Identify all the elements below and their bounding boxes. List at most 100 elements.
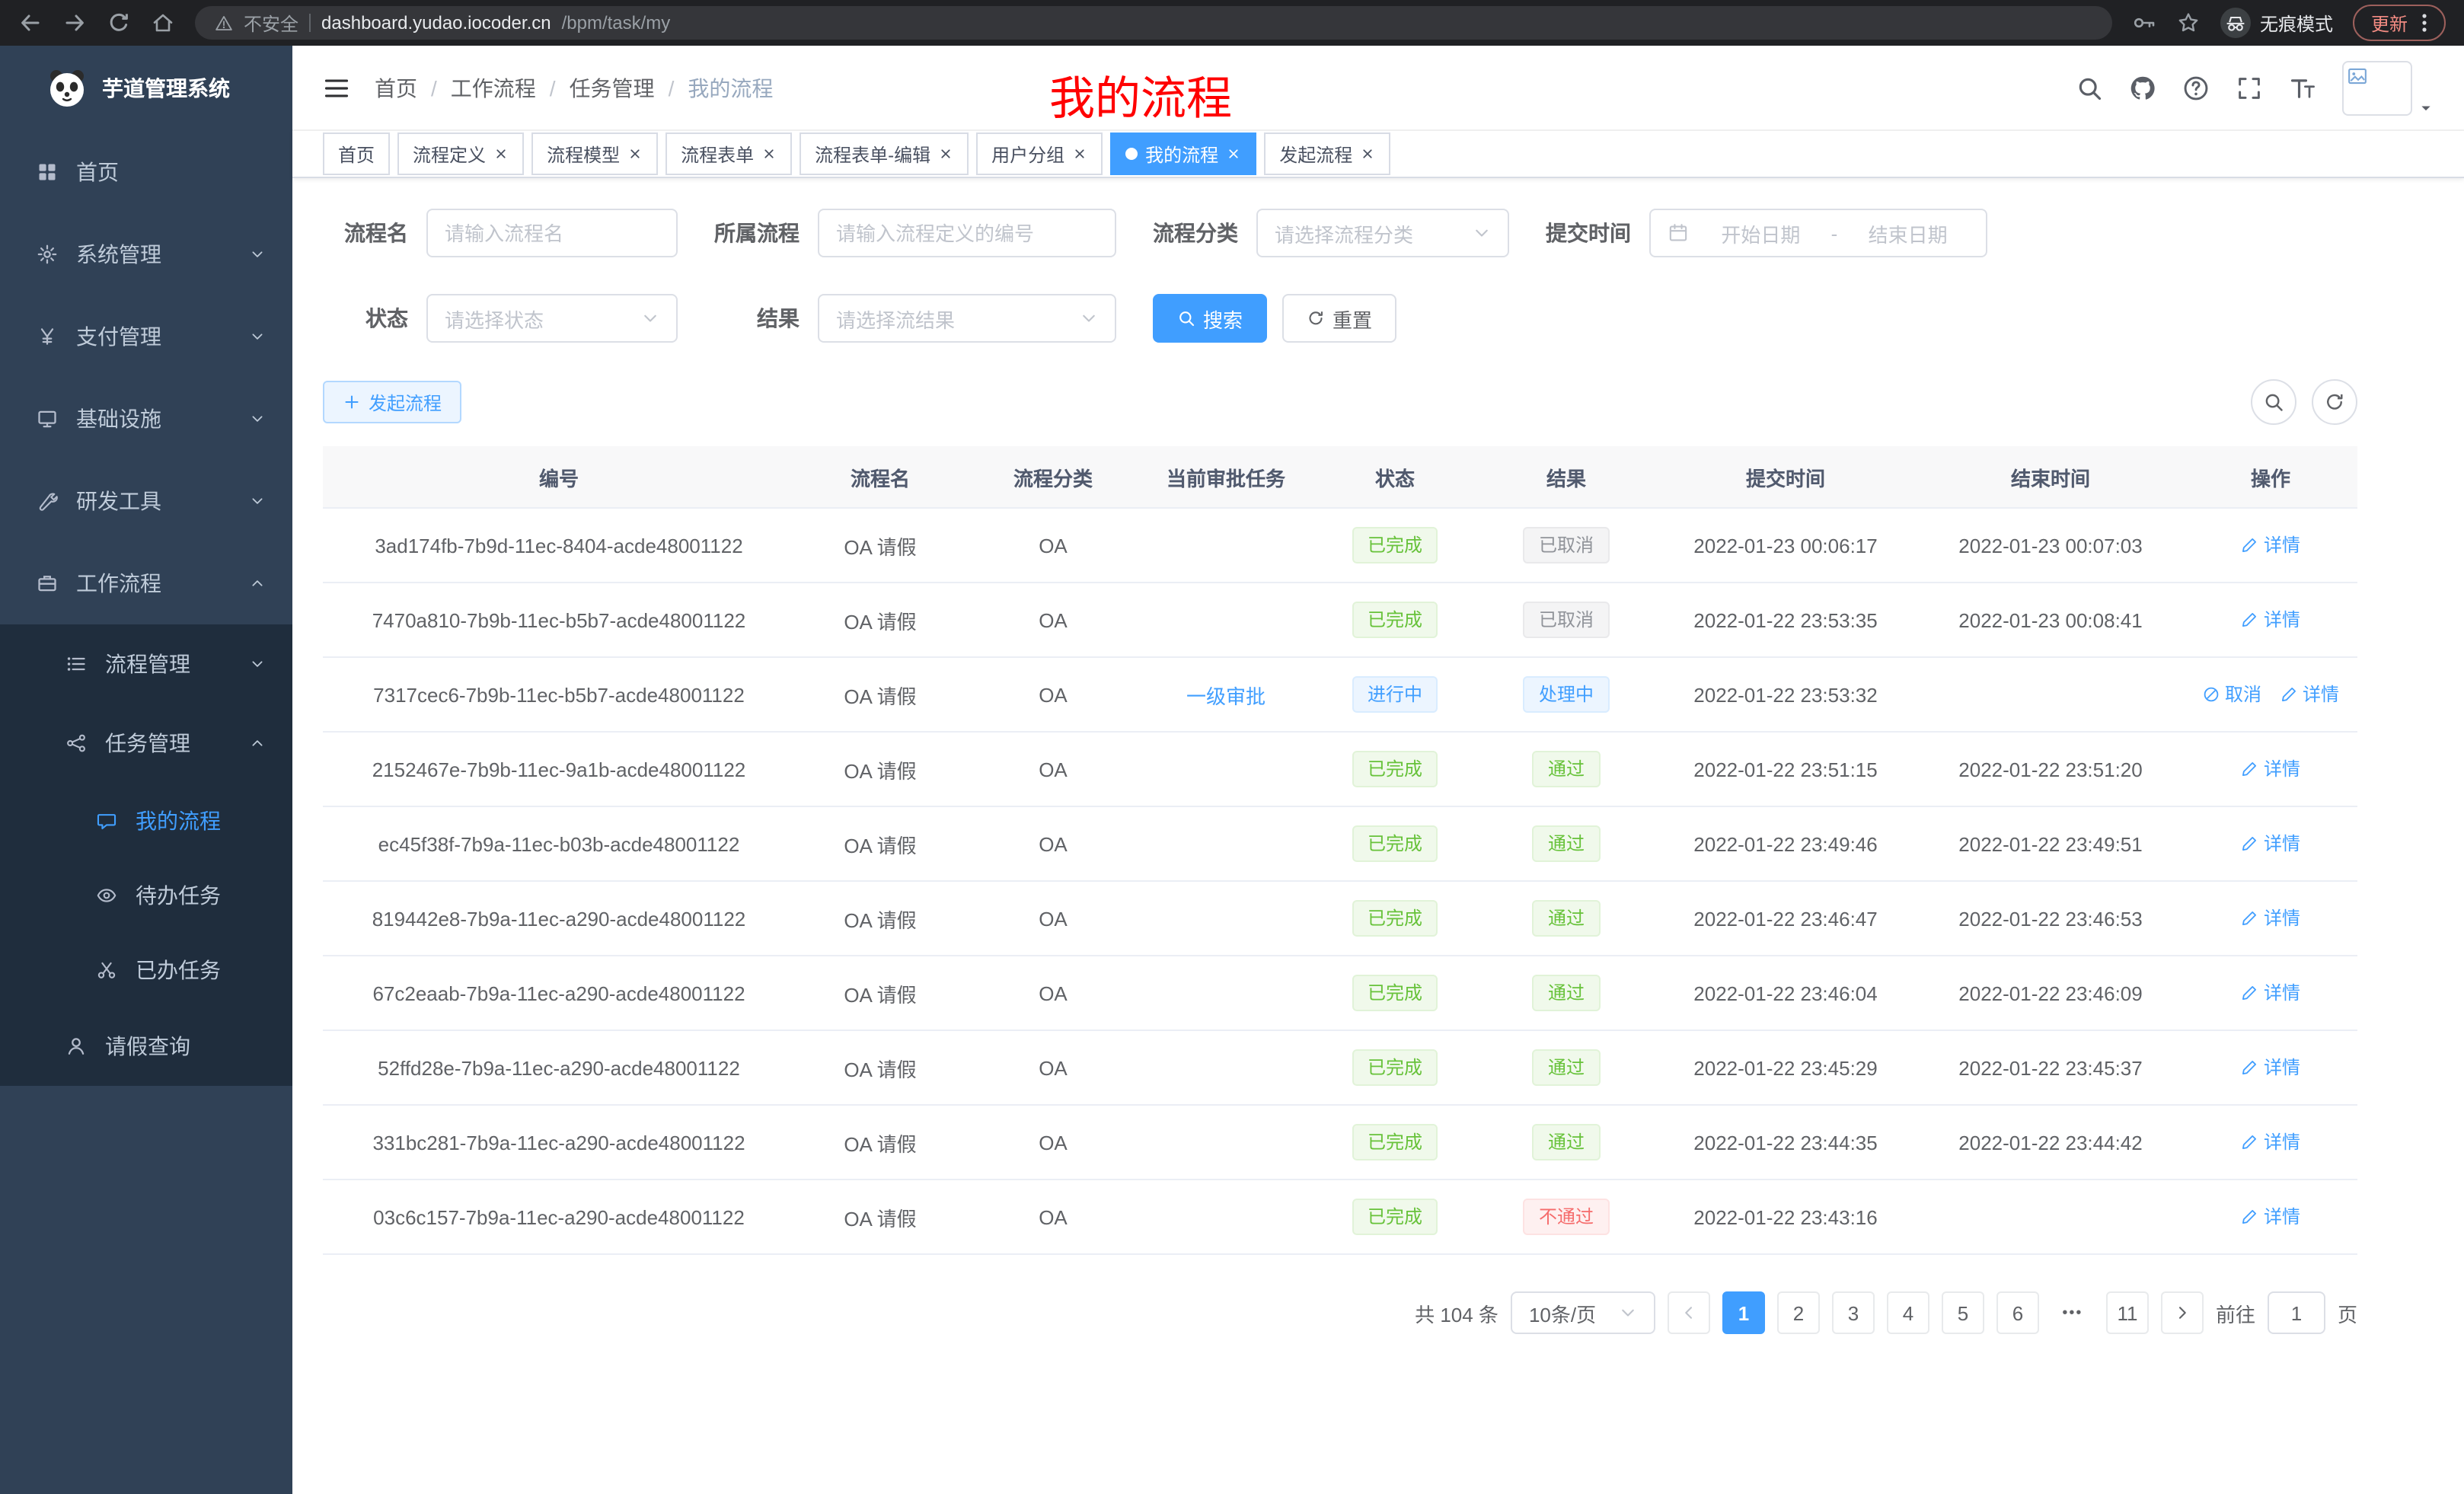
tab-close-icon[interactable] (938, 146, 953, 161)
result-badge: 已取消 (1524, 602, 1609, 638)
page-button-6[interactable]: 6 (1996, 1291, 2039, 1334)
detail-link[interactable]: 详情 (2241, 607, 2300, 633)
detail-link[interactable]: 详情 (2241, 532, 2300, 558)
sidebar-toggle-icon[interactable] (323, 74, 350, 101)
tab-close-icon[interactable] (493, 146, 509, 161)
sidebar-item-done-tasks[interactable]: 已办任务 (0, 932, 292, 1007)
submit-time-range-picker[interactable]: 开始日期 - 结束日期 (1649, 209, 1987, 257)
sidebar-item-devtools[interactable]: 研发工具 (0, 460, 292, 542)
update-button[interactable]: 更新 (2353, 5, 2446, 41)
page-ellipsis[interactable]: ••• (2051, 1291, 2094, 1334)
browser-reload-icon[interactable] (107, 11, 131, 35)
password-key-icon[interactable] (2132, 11, 2156, 35)
detail-link[interactable]: 详情 (2241, 756, 2300, 782)
prev-page-button[interactable] (1668, 1291, 1710, 1334)
workflow-icon (37, 573, 58, 594)
page-buttons: 123456 ••• 11 (1722, 1291, 2149, 1334)
tab-6[interactable]: 我的流程 (1110, 132, 1256, 175)
table-row: 03c6c157-7b9a-11ec-a290-acde48001122OA 请… (323, 1180, 2357, 1254)
owner-process-input[interactable] (818, 209, 1116, 257)
page-button-2[interactable]: 2 (1777, 1291, 1820, 1334)
page-size-select[interactable]: 10条/页 (1511, 1291, 1655, 1334)
next-page-button[interactable] (2161, 1291, 2204, 1334)
sidebar-item-todo-tasks[interactable]: 待办任务 (0, 857, 292, 932)
refresh-table-button[interactable] (2312, 379, 2357, 425)
cell-submit-time: 2022-01-22 23:46:47 (1654, 881, 1917, 956)
browser-forward-icon[interactable] (62, 11, 87, 35)
category-select[interactable]: 请选择流程分类 (1256, 209, 1509, 257)
sidebar-item-my-process[interactable]: 我的流程 (0, 783, 292, 857)
tab-7[interactable]: 发起流程 (1264, 132, 1390, 175)
edit-icon (2241, 1133, 2259, 1151)
sidebar-item-leave-query[interactable]: 请假查询 (0, 1007, 292, 1086)
browser-chrome: 不安全 dashboard.yudao.iocoder.cn/bpm/task/… (0, 0, 2464, 46)
detail-link[interactable]: 详情 (2241, 980, 2300, 1006)
cell-id: 3ad174fb-7b9d-11ec-8404-acde48001122 (323, 508, 795, 583)
page-button-3[interactable]: 3 (1832, 1291, 1875, 1334)
tab-close-icon[interactable] (761, 146, 777, 161)
breadcrumb-item[interactable]: 工作流程 (451, 72, 536, 103)
font-size-icon[interactable] (2289, 74, 2316, 101)
sidebar-item-workflow[interactable]: 工作流程 (0, 542, 292, 624)
browser-back-icon[interactable] (18, 11, 43, 35)
column-header: 编号 (323, 446, 795, 508)
sidebar-item-process-mgmt[interactable]: 流程管理 (0, 624, 292, 704)
search-button[interactable]: 搜索 (1153, 294, 1267, 343)
fullscreen-icon[interactable] (2236, 74, 2263, 101)
detail-link[interactable]: 详情 (2241, 905, 2300, 931)
browser-menu-icon[interactable] (2412, 11, 2437, 35)
breadcrumb-item[interactable]: 首页 (375, 72, 417, 103)
page-button-5[interactable]: 5 (1942, 1291, 1984, 1334)
tab-close-icon[interactable] (627, 146, 643, 161)
detail-link[interactable]: 详情 (2280, 682, 2339, 707)
screen: 不安全 dashboard.yudao.iocoder.cn/bpm/task/… (0, 0, 2464, 1494)
breadcrumb-item[interactable]: 任务管理 (570, 72, 655, 103)
browser-home-icon[interactable] (151, 11, 175, 35)
toggle-search-button[interactable] (2251, 379, 2296, 425)
detail-link[interactable]: 详情 (2241, 1204, 2300, 1230)
header-search-icon[interactable] (2076, 74, 2103, 101)
category-label: 流程分类 (1153, 218, 1238, 248)
page-button-11[interactable]: 11 (2106, 1291, 2149, 1334)
status-label: 状态 (323, 303, 408, 334)
sidebar-item-infra[interactable]: 基础设施 (0, 378, 292, 460)
sidebar-item-system[interactable]: 系统管理 (0, 213, 292, 295)
app-logo[interactable]: 芋道管理系统 (0, 46, 292, 131)
tab-1[interactable]: 流程定义 (397, 132, 524, 175)
result-select[interactable]: 请选择流结果 (818, 294, 1116, 343)
sidebar-item-home[interactable]: 首页 (0, 131, 292, 213)
goto-page-input[interactable] (2268, 1291, 2325, 1334)
tab-close-icon[interactable] (1226, 146, 1241, 161)
tab-close-icon[interactable] (1360, 146, 1375, 161)
help-icon[interactable] (2182, 74, 2210, 101)
bookmark-star-icon[interactable] (2176, 11, 2201, 35)
plus-icon (343, 393, 361, 411)
detail-link[interactable]: 详情 (2241, 1055, 2300, 1081)
cancel-link[interactable]: 取消 (2202, 682, 2261, 707)
tab-2[interactable]: 流程模型 (531, 132, 658, 175)
scissors-icon (96, 959, 117, 980)
process-name-input[interactable] (426, 209, 678, 257)
current-task-link[interactable]: 一级审批 (1186, 685, 1266, 707)
address-bar[interactable]: 不安全 dashboard.yudao.iocoder.cn/bpm/task/… (195, 6, 2112, 40)
tab-close-icon[interactable] (1072, 146, 1087, 161)
github-icon[interactable] (2129, 74, 2156, 101)
tab-label: 流程表单 (681, 141, 754, 167)
page-button-4[interactable]: 4 (1887, 1291, 1929, 1334)
sidebar-item-payment[interactable]: 支付管理 (0, 295, 292, 378)
detail-link[interactable]: 详情 (2241, 1129, 2300, 1155)
status-badge: 已完成 (1352, 602, 1438, 638)
sidebar-item-task-mgmt[interactable]: 任务管理 (0, 704, 292, 783)
tab-0[interactable]: 首页 (323, 132, 390, 175)
user-menu[interactable] (2342, 60, 2434, 115)
table-toolbar: 发起流程 (323, 379, 2357, 425)
sidebar-item-label: 支付管理 (76, 321, 161, 352)
status-select[interactable]: 请选择状态 (426, 294, 678, 343)
create-process-button[interactable]: 发起流程 (323, 381, 461, 423)
detail-link[interactable]: 详情 (2241, 831, 2300, 857)
reset-button[interactable]: 重置 (1282, 294, 1396, 343)
tab-5[interactable]: 用户分组 (976, 132, 1103, 175)
page-button-1[interactable]: 1 (1722, 1291, 1765, 1334)
tab-4[interactable]: 流程表单-编辑 (800, 132, 969, 175)
tab-3[interactable]: 流程表单 (665, 132, 792, 175)
